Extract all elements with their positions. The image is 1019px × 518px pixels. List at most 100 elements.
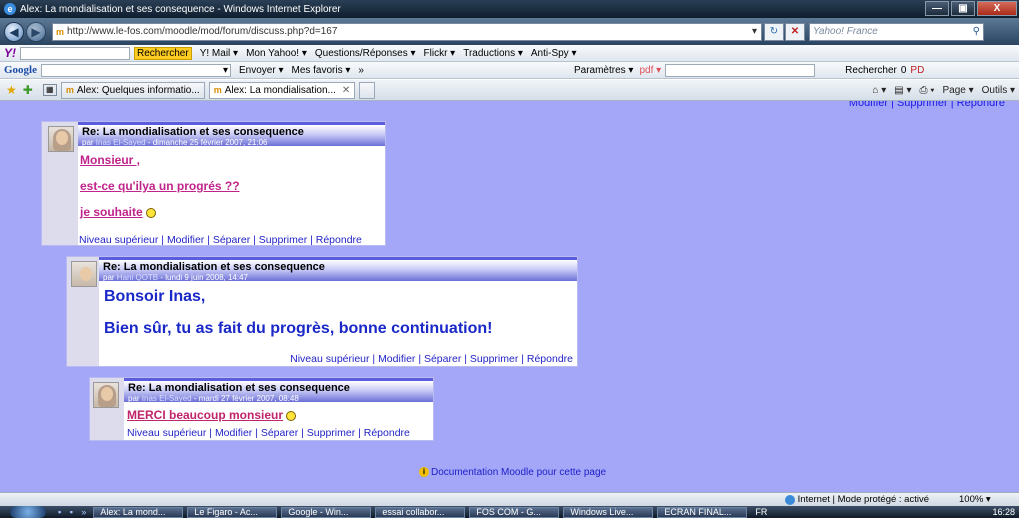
tab-label: Alex: Quelques informatio... (76, 84, 200, 96)
forum-post: Re: La mondialisation et ses consequence… (41, 121, 386, 246)
avatar[interactable] (93, 382, 119, 408)
quick-tabs-icon[interactable]: ▦ (42, 84, 57, 96)
more-chevron[interactable]: » (358, 65, 364, 76)
info-icon: i (419, 467, 429, 478)
pdf-menu[interactable]: pdf ▾ (639, 65, 661, 76)
count-badge: 0 (900, 64, 907, 76)
post-subject: Re: La mondialisation et ses consequence (103, 261, 325, 273)
stop-icon[interactable]: ✕ (785, 22, 805, 41)
author-link[interactable]: Inas El-Sayed (96, 138, 146, 147)
yahoo-toolbar: Y! Rechercher Y! Mail ▾ Mon Yahoo! ▾ Que… (0, 45, 1019, 62)
language-indicator[interactable]: FR (755, 507, 767, 517)
taskbar-item[interactable]: Windows Live... (563, 506, 654, 518)
post-header: Re: La mondialisation et ses consequence… (99, 257, 577, 282)
forum-post: Re: La mondialisation et ses consequence… (89, 377, 434, 441)
anti-spy-menu[interactable]: Anti-Spy ▾ (531, 48, 577, 59)
security-zone[interactable]: Internet | Mode protégé : activé (784, 494, 929, 505)
zoom-level[interactable]: 100% ▾ (959, 494, 1019, 505)
author-link[interactable]: Inas El-Sayed (142, 394, 192, 403)
avatar[interactable] (48, 126, 74, 152)
maximize-button[interactable]: ▣ (951, 1, 975, 16)
favorites-star-icon[interactable]: ★ (6, 83, 17, 97)
answers-menu[interactable]: Questions/Réponses ▾ (315, 48, 416, 59)
smiley-icon (145, 207, 156, 218)
close-button[interactable]: X (977, 1, 1017, 16)
tab-quelques-informations[interactable]: m Alex: Quelques informatio... (60, 81, 205, 99)
post-line-text: je souhaite (80, 205, 143, 219)
add-favorite-icon[interactable]: ✚ (23, 83, 33, 97)
author-link[interactable]: Hani QOTB (117, 273, 158, 282)
post-meta: par Inas El-Sayed - mardi 27 février 200… (124, 394, 433, 404)
doc-link-text[interactable]: Documentation Moodle pour cette page (431, 467, 606, 478)
post-subject: Re: La mondialisation et ses consequence (82, 126, 304, 138)
yahoo-search-input[interactable] (20, 46, 130, 60)
taskbar-item[interactable]: Google - Win... (281, 506, 372, 518)
translations-menu[interactable]: Traductions ▾ (463, 48, 523, 59)
moodle-doc-link[interactable]: i Documentation Moodle pour cette page (419, 467, 606, 478)
quick-launch-icons[interactable]: ▪ ▪ » (58, 507, 89, 517)
tab-label: Alex: La mondialisation... (224, 84, 336, 96)
tab-mondialisation[interactable]: m Alex: La mondialisation... ✕ (208, 81, 356, 99)
my-yahoo-menu[interactable]: Mon Yahoo! ▾ (246, 48, 307, 59)
windows-taskbar: ▪ ▪ » Alex: La mond... Le Figaro - Ac...… (0, 506, 1019, 518)
toolbar-search-input[interactable] (665, 63, 816, 77)
window-controls: — ▣ X (925, 1, 1017, 16)
print-icon[interactable]: ⎙ ▾ (920, 85, 935, 96)
post-commands[interactable]: Niveau supérieur | Modifier | Séparer | … (79, 234, 362, 246)
post-line-text: MERCI beaucoup monsieur (127, 408, 284, 422)
feeds-icon[interactable]: ▤ ▾ (894, 85, 911, 96)
post-line: Monsieur , (80, 153, 141, 167)
taskbar-item[interactable]: essai collabor... (375, 506, 466, 518)
post-date: - dimanche 25 février 2007, 21:06 (147, 138, 268, 147)
close-tab-icon[interactable]: ✕ (342, 85, 350, 96)
send-menu[interactable]: Envoyer ▾ (239, 65, 283, 76)
new-tab-button[interactable] (359, 81, 376, 99)
post-by: par (128, 394, 140, 403)
post-commands[interactable]: Niveau supérieur | Modifier | Séparer | … (290, 353, 573, 365)
home-icon[interactable]: ⌂ ▾ (872, 85, 886, 96)
search-icon[interactable]: ⚲ (973, 26, 980, 37)
post-line: est-ce qu'ilya un progrés ?? (80, 179, 240, 193)
post-sidebar (90, 378, 124, 440)
google-search-input[interactable]: ▾ (41, 63, 231, 77)
taskbar-item[interactable]: Le Figaro - Ac... (187, 506, 278, 518)
start-button[interactable] (10, 506, 46, 518)
refresh-icon[interactable]: ↻ (764, 22, 784, 41)
avatar[interactable] (71, 261, 97, 287)
page-content: Modifier | Supprimer | Répondre Re: La m… (0, 101, 1019, 492)
smiley-icon (286, 410, 297, 421)
page-menu[interactable]: Page ▾ (942, 85, 973, 96)
taskbar-item[interactable]: Alex: La mond... (93, 506, 184, 518)
top-post-commands[interactable]: Modifier | Supprimer | Répondre (849, 101, 1005, 109)
yahoo-logo[interactable]: Y! (4, 46, 16, 60)
post-commands[interactable]: Niveau supérieur | Modifier | Séparer | … (127, 427, 410, 439)
post-line: Bonsoir Inas, (104, 288, 206, 305)
post-header: Re: La mondialisation et ses consequence… (124, 378, 433, 404)
flickr-menu[interactable]: Flickr ▾ (424, 48, 456, 59)
tools-menu[interactable]: Outils ▾ (982, 85, 1015, 96)
address-dropdown-icon[interactable]: ▾ (748, 26, 761, 37)
forward-button[interactable]: ▶ (26, 21, 46, 42)
yahoo-mail-menu[interactable]: Y! Mail ▾ (200, 48, 238, 59)
back-button[interactable]: ◀ (4, 21, 24, 42)
google-toolbar: Google ▾ Envoyer ▾ Mes favoris ▾ » Param… (0, 62, 1019, 79)
post-line: MERCI beaucoup monsieur (127, 408, 297, 422)
taskbar-item[interactable]: FOS COM - G... (469, 506, 560, 518)
yahoo-search-button[interactable]: Rechercher (134, 46, 192, 60)
bookmarks-menu[interactable]: Mes favoris ▾ (291, 65, 350, 76)
zone-text: Internet | Mode protégé : activé (797, 494, 929, 505)
pdf-right-button[interactable]: PD (910, 65, 924, 76)
toolbar-search-button[interactable]: Rechercher (845, 65, 897, 76)
search-placeholder: Yahoo! France (813, 26, 878, 37)
tab-bar: ★ ✚ ▦ m Alex: Quelques informatio... m A… (0, 80, 1019, 101)
google-logo[interactable]: Google (4, 64, 37, 76)
search-field[interactable]: Yahoo! France ⚲ (809, 22, 984, 41)
minimize-button[interactable]: — (925, 1, 949, 16)
address-field[interactable]: m http://www.le-fos.com/moodle/mod/forum… (52, 22, 762, 41)
clock: 16:28 (992, 507, 1015, 517)
settings-menu[interactable]: Paramètres ▾ (574, 65, 633, 76)
taskbar-item[interactable]: ECRAN FINAL... (657, 506, 748, 518)
ie-icon: e (4, 3, 16, 15)
forum-post: Re: La mondialisation et ses consequence… (66, 256, 578, 367)
moodle-favicon: m (56, 26, 65, 37)
